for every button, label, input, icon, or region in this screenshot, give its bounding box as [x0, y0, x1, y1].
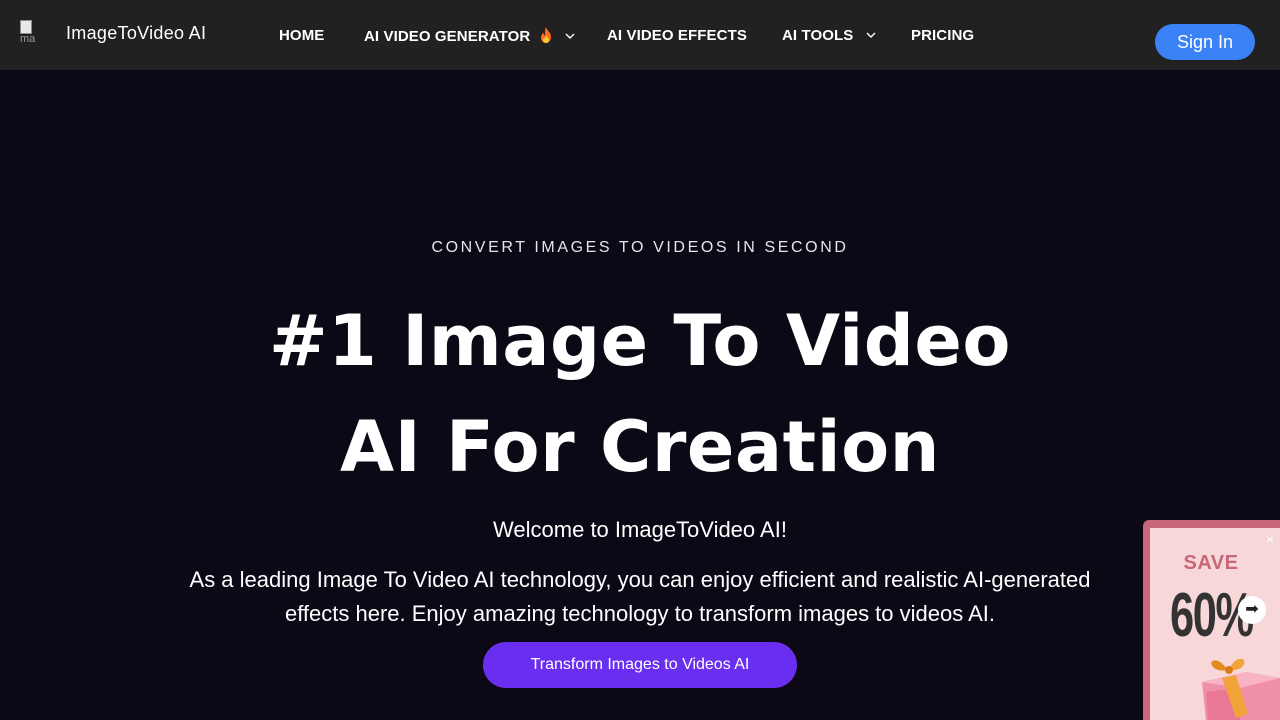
arrow-right-icon[interactable]: ➡	[1238, 596, 1266, 624]
nav-ai-tools[interactable]: AI TOOLS	[782, 27, 876, 47]
nav-ai-video-generator-label: AI VIDEO GENERATOR	[364, 28, 531, 45]
hero-eyebrow: CONVERT IMAGES TO VIDEOS IN SECOND	[431, 239, 849, 256]
chevron-down-icon	[866, 32, 876, 38]
broken-image-icon	[20, 20, 32, 34]
hero-welcome: Welcome to ImageToVideo AI!	[493, 517, 787, 542]
nav-ai-video-effects[interactable]: AI VIDEO EFFECTS	[607, 27, 747, 47]
logo-alt-text: ma	[20, 33, 36, 45]
logo-image[interactable]: ma	[20, 20, 46, 50]
flame-icon	[540, 27, 551, 43]
nav-ai-tools-label: AI TOOLS	[782, 27, 854, 44]
promo-save-label: SAVE	[1183, 552, 1239, 574]
nav-home[interactable]: HOME	[279, 27, 324, 47]
nav-ai-video-effects-label: AI VIDEO EFFECTS	[607, 27, 747, 44]
chevron-down-icon	[565, 33, 575, 39]
nav-home-label: HOME	[279, 27, 325, 44]
hero-title: #1 Image To Video AI For Creation	[0, 288, 1280, 500]
hero-title-line-1: #1 Image To Video	[269, 300, 1011, 382]
nav-pricing-label: PRICING	[911, 27, 975, 44]
close-icon[interactable]: ×	[1266, 532, 1274, 546]
sign-in-button[interactable]: Sign In	[1155, 24, 1255, 60]
gift-box-icon	[1202, 658, 1280, 720]
brand-name[interactable]: ImageToVideo AI	[66, 23, 206, 44]
top-navbar: ma ImageToVideo AI HOME AI VIDEO GENERAT…	[0, 0, 1280, 70]
nav-pricing[interactable]: PRICING	[911, 27, 974, 47]
hero-title-line-2: AI For Creation	[339, 406, 941, 488]
transform-cta-button[interactable]: Transform Images to Videos AI	[483, 642, 797, 688]
hero-description: As a leading Image To Video AI technolog…	[189, 567, 1091, 626]
nav-ai-video-generator[interactable]: AI VIDEO GENERATOR	[364, 27, 575, 47]
